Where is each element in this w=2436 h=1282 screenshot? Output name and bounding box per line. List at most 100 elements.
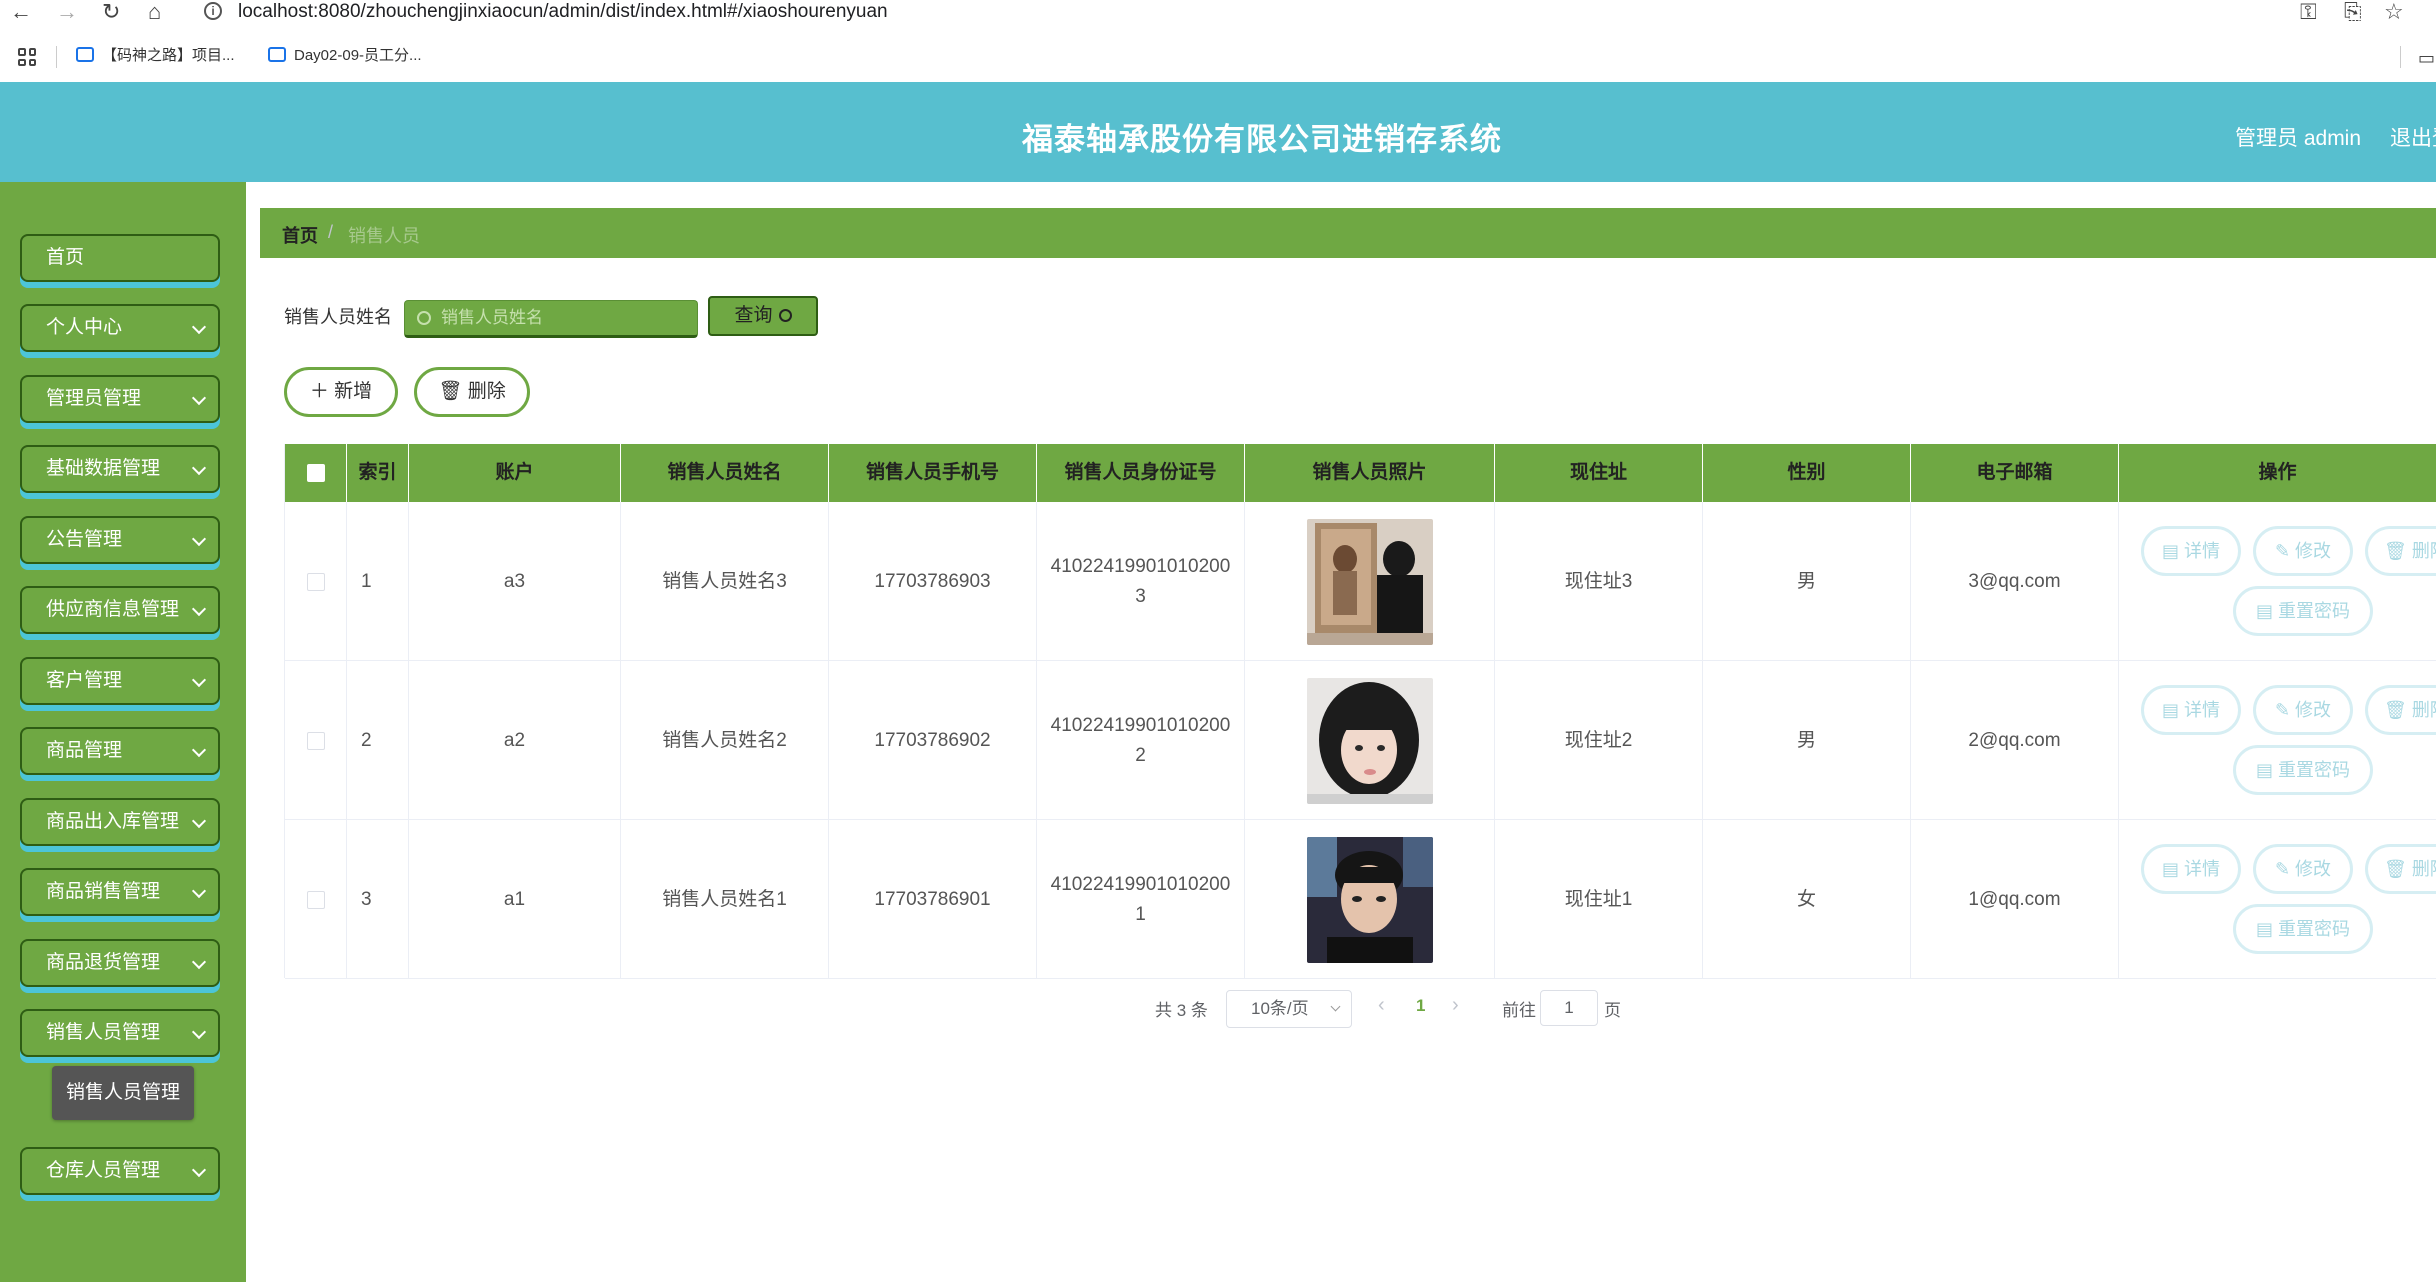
- salesperson-photo[interactable]: [1306, 518, 1433, 645]
- sidebar-item-sales[interactable]: 商品销售管理: [20, 868, 220, 916]
- sidebar-item-stock-in-out[interactable]: 商品出入库管理: [20, 798, 220, 846]
- reload-icon[interactable]: ↻: [102, 0, 120, 24]
- row-select[interactable]: [285, 661, 347, 820]
- current-user: 管理员 admin: [2235, 127, 2362, 150]
- row-delete-button[interactable]: 🗑 删除: [2365, 844, 2436, 894]
- row-checkbox[interactable]: [306, 572, 325, 591]
- site-info-icon[interactable]: i: [204, 2, 222, 20]
- address-bar[interactable]: i localhost:8080/zhouchengjinxiaocun/adm…: [190, 0, 2270, 28]
- row-checkbox[interactable]: [306, 731, 325, 750]
- cell-gender: 男: [1703, 502, 1911, 661]
- reset-password-button[interactable]: ▤ 重置密码: [2233, 745, 2373, 795]
- detail-button[interactable]: ▤ 详情: [2141, 685, 2241, 735]
- row-delete-label: 删除: [2411, 700, 2436, 720]
- sidebar-item-warehouse-staff[interactable]: 仓库人员管理: [20, 1147, 220, 1195]
- cell-address: 现住址2: [1495, 661, 1703, 820]
- bookmark-item-2[interactable]: Day02-09-员工分...: [268, 46, 422, 66]
- header-phone: 销售人员手机号: [829, 444, 1037, 502]
- sidebar-item-products[interactable]: 商品管理: [20, 727, 220, 775]
- edit-label: 修改: [2295, 541, 2332, 561]
- add-button[interactable]: ＋ 新增: [284, 367, 398, 417]
- sidebar-item-label: 销售人员管理: [46, 1022, 161, 1043]
- back-icon[interactable]: ←: [10, 0, 32, 24]
- home-icon[interactable]: ⌂: [148, 0, 161, 24]
- bookmarks-divider: [56, 46, 57, 68]
- cell-gender: 女: [1703, 820, 1911, 979]
- cell-index: 2: [347, 661, 409, 820]
- row-delete-button[interactable]: 🗑 删除: [2365, 526, 2436, 576]
- sidebar-item-label: 商品出入库管理: [46, 811, 180, 832]
- row-checkbox[interactable]: [306, 890, 325, 909]
- salesperson-photo[interactable]: [1306, 677, 1433, 804]
- cell-phone: 17703786902: [829, 661, 1037, 820]
- folder-icon[interactable]: ▭: [2418, 46, 2435, 70]
- cell-photo: [1245, 820, 1495, 979]
- page-number-current[interactable]: 1: [1416, 996, 1425, 1016]
- bilibili-icon: [76, 47, 94, 62]
- sidebar-item-basic-data[interactable]: 基础数据管理: [20, 445, 220, 493]
- salesperson-photo[interactable]: [1306, 836, 1433, 963]
- row-delete-label: 删除: [2411, 541, 2436, 561]
- edit-button[interactable]: ✎ 修改: [2253, 844, 2353, 894]
- sidebar-item-customers[interactable]: 客户管理: [20, 657, 220, 705]
- breadcrumb-home[interactable]: 首页: [282, 222, 318, 248]
- bookmark-label: 【码神之路】项目...: [102, 47, 235, 64]
- detail-label: 详情: [2184, 700, 2220, 720]
- search-input[interactable]: 销售人员姓名: [404, 300, 698, 338]
- forward-icon[interactable]: →: [56, 0, 78, 24]
- bookmark-star-icon[interactable]: ☆: [2384, 0, 2404, 24]
- reset-password-button[interactable]: ▤ 重置密码: [2233, 904, 2373, 954]
- sidebar-item-announcements[interactable]: 公告管理: [20, 516, 220, 564]
- cell-email: 3@qq.com: [1911, 502, 2119, 661]
- app-header: 福泰轴承股份有限公司进销存系统 管理员 admin 退出登录: [0, 82, 2436, 182]
- sidebar-item-returns[interactable]: 商品退货管理: [20, 939, 220, 987]
- reset-password-button[interactable]: ▤ 重置密码: [2233, 586, 2373, 636]
- chevron-down-icon: [191, 390, 207, 406]
- chevron-down-icon: [191, 531, 207, 547]
- edit-button[interactable]: ✎ 修改: [2253, 685, 2353, 735]
- translate-icon[interactable]: ⎘: [2344, 0, 2362, 24]
- password-key-icon[interactable]: ⚿: [2300, 0, 2317, 24]
- search-icon: [778, 309, 792, 322]
- search-button[interactable]: 查询: [708, 296, 818, 336]
- sidebar-item-admin-management[interactable]: 管理员管理: [20, 375, 220, 423]
- bookmark-item-1[interactable]: 【码神之路】项目...: [76, 46, 235, 66]
- sidebar-item-salespeople[interactable]: 销售人员管理: [20, 1009, 220, 1057]
- select-all-checkbox[interactable]: [307, 464, 325, 482]
- chevron-down-icon: [191, 319, 207, 335]
- cell-index: 1: [347, 502, 409, 661]
- row-select[interactable]: [285, 502, 347, 661]
- detail-button[interactable]: ▤ 详情: [2141, 844, 2241, 894]
- delete-button[interactable]: 🗑 删除: [414, 367, 530, 417]
- row-select[interactable]: [285, 820, 347, 979]
- sidebar-item-personal-center[interactable]: 个人中心: [20, 304, 220, 352]
- header-email: 电子邮箱: [1911, 444, 2119, 502]
- header-name: 销售人员姓名: [621, 444, 829, 502]
- search-placeholder: 销售人员姓名: [441, 308, 543, 327]
- next-page-button[interactable]: ›: [1452, 994, 1459, 1017]
- row-delete-button[interactable]: 🗑 删除: [2365, 685, 2436, 735]
- sidebar-item-label: 首页: [46, 247, 85, 268]
- cell-address: 现住址3: [1495, 502, 1703, 661]
- submenu-item-salesperson-management[interactable]: 销售人员管理: [52, 1066, 194, 1120]
- sidebar-item-home[interactable]: 首页: [20, 234, 220, 282]
- search-icon: [417, 311, 431, 325]
- cell-id-card: 41022419901010200 2: [1037, 661, 1245, 820]
- search-button-label: 查询: [734, 305, 773, 326]
- sidebar-item-suppliers[interactable]: 供应商信息管理: [20, 586, 220, 634]
- prev-page-button[interactable]: ‹: [1378, 994, 1385, 1017]
- bookmarks-divider: [2400, 46, 2401, 68]
- chevron-down-icon: [191, 813, 207, 829]
- cell-phone: 17703786903: [829, 502, 1037, 661]
- detail-button[interactable]: ▤ 详情: [2141, 526, 2241, 576]
- logout-link[interactable]: 退出登录: [2390, 122, 2436, 152]
- sidebar-item-label: 商品管理: [46, 740, 123, 761]
- edit-button[interactable]: ✎ 修改: [2253, 526, 2353, 576]
- header-select-all[interactable]: [285, 444, 347, 502]
- page-size-select[interactable]: 10条/页: [1226, 990, 1352, 1028]
- apps-grid-icon[interactable]: [18, 48, 36, 66]
- id-card-line: 41022419901010200: [1050, 714, 1231, 736]
- cell-photo: [1245, 661, 1495, 820]
- goto-page-input[interactable]: 1: [1540, 990, 1598, 1026]
- chevron-down-icon: [1330, 1001, 1341, 1012]
